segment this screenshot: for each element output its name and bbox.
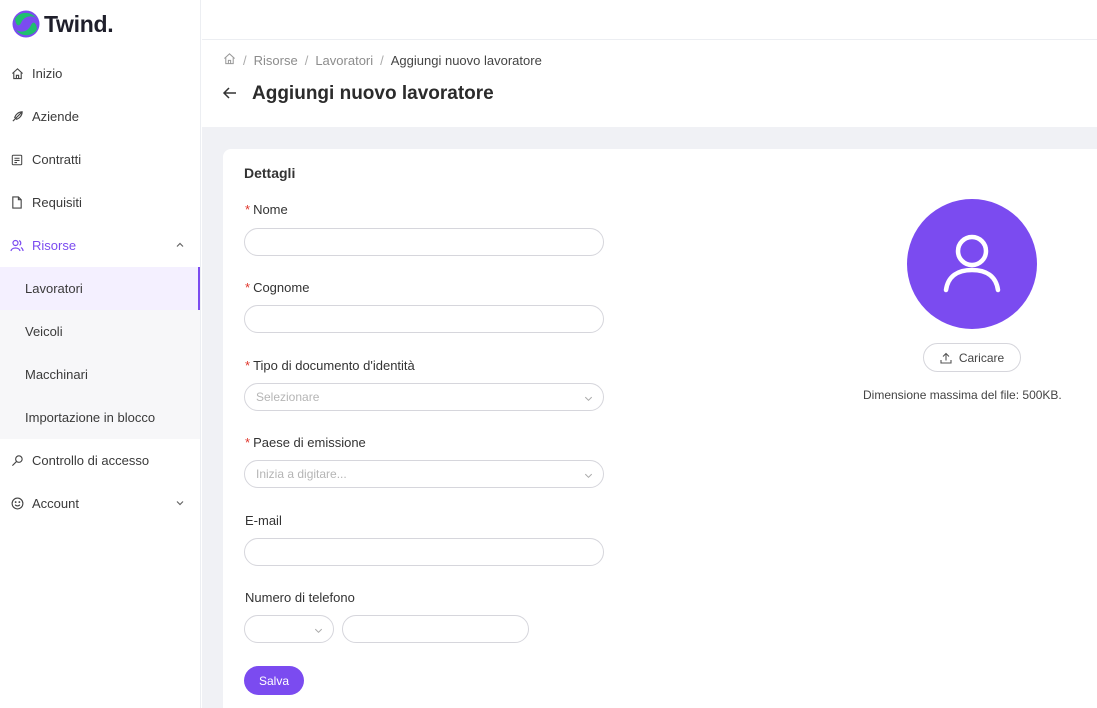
sidebar-item-label: Requisiti xyxy=(32,195,82,210)
title-row: Aggiungi nuovo lavoratore xyxy=(222,83,494,105)
sidebar-item-label: Aziende xyxy=(32,109,79,124)
cognome-label-text: Cognome xyxy=(253,280,310,295)
sidebar-item-controllo-accesso[interactable]: Controllo di accesso xyxy=(0,439,200,482)
document-icon xyxy=(10,196,24,210)
sidebar-item-label: Importazione in blocco xyxy=(25,410,156,425)
sidebar-item-requisiti[interactable]: Requisiti xyxy=(0,181,200,224)
tipo-documento-select[interactable]: Selezionare xyxy=(244,383,604,411)
sidebar-item-contratti[interactable]: Contratti xyxy=(0,138,200,181)
brand-name: Twind. xyxy=(44,10,114,37)
breadcrumb-separator: / xyxy=(304,52,309,68)
select-placeholder: Inizia a digitare... xyxy=(256,467,347,481)
sidebar-item-inizio[interactable]: Inizio xyxy=(0,52,200,95)
sidebar-item-veicoli[interactable]: Veicoli xyxy=(0,310,200,353)
nome-label-text: Nome xyxy=(253,202,288,217)
breadcrumb-current: Aggiungi nuovo lavoratore xyxy=(390,52,542,68)
nome-label: * Nome xyxy=(245,202,288,217)
smile-icon xyxy=(10,497,24,511)
sidebar-item-account[interactable]: Account xyxy=(0,482,200,525)
upload-button-label: Caricare xyxy=(958,350,1005,365)
sidebar-item-label: Veicoli xyxy=(25,324,63,339)
cognome-input[interactable] xyxy=(244,305,604,333)
chevron-up-icon xyxy=(174,239,186,251)
select-placeholder: Selezionare xyxy=(256,390,320,404)
sidebar-item-label: Inizio xyxy=(32,66,63,81)
sidebar: Twind. Inizio Aziende Contratti Requisit… xyxy=(0,0,201,708)
key-icon xyxy=(10,454,24,468)
user-icon xyxy=(942,232,1002,297)
rocket-icon xyxy=(10,110,24,124)
back-arrow-icon[interactable] xyxy=(222,86,238,103)
page-header: / Risorse / Lavoratori / Aggiungi nuovo … xyxy=(202,40,1097,127)
twind-logo-icon xyxy=(10,9,41,39)
tipo-documento-label-text: Tipo di documento d'identità xyxy=(253,358,415,373)
avatar xyxy=(907,199,1037,329)
nome-input[interactable] xyxy=(244,228,604,256)
breadcrumb-link-lavoratori[interactable]: Lavoratori xyxy=(315,53,373,68)
sidebar-item-label: Risorse xyxy=(32,238,77,253)
email-input[interactable] xyxy=(244,538,604,566)
telefono-label: Numero di telefono xyxy=(245,590,355,605)
sidebar-item-risorse[interactable]: Risorse xyxy=(0,224,200,267)
details-card: Dettagli * Nome * Cognome * Tipo di documen… xyxy=(223,149,1097,708)
sidebar-item-label: Controllo di accesso xyxy=(32,453,150,468)
chevron-down-icon xyxy=(174,497,186,509)
required-marker: * xyxy=(245,358,251,373)
page-title: Aggiungi nuovo lavoratore xyxy=(252,83,494,104)
phone-number-input[interactable] xyxy=(342,615,529,643)
main-nav: Inizio Aziende Contratti Requisiti Risor… xyxy=(0,52,200,525)
cognome-label: * Cognome xyxy=(245,280,309,295)
sidebar-item-importazione[interactable]: Importazione in blocco xyxy=(0,396,200,439)
paese-select[interactable]: Inizia a digitare... xyxy=(244,460,604,488)
home-icon xyxy=(10,67,24,81)
people-icon xyxy=(10,239,24,253)
contract-icon xyxy=(10,153,24,167)
sidebar-item-macchinari[interactable]: Macchinari xyxy=(0,353,200,396)
breadcrumb-separator: / xyxy=(380,52,384,68)
sidebar-item-label: Lavoratori xyxy=(25,281,83,296)
required-marker: * xyxy=(245,202,251,217)
home-icon[interactable] xyxy=(223,52,236,68)
top-bar xyxy=(202,0,1097,40)
logo[interactable]: Twind. xyxy=(10,8,114,40)
breadcrumb-link-risorse[interactable]: Risorse xyxy=(254,53,298,68)
sidebar-item-label: Contratti xyxy=(32,152,82,167)
chevron-down-icon xyxy=(583,469,594,480)
required-marker: * xyxy=(245,280,251,295)
breadcrumb-separator: / xyxy=(243,52,247,68)
save-button[interactable]: Salva xyxy=(244,666,304,695)
email-label: E-mail xyxy=(245,513,282,528)
submenu-risorse: Lavoratori Veicoli Macchinari Importazio… xyxy=(0,267,200,439)
phone-prefix-select[interactable] xyxy=(244,615,334,643)
paese-label-text: Paese di emissione xyxy=(253,435,366,450)
sidebar-item-label: Macchinari xyxy=(25,367,88,382)
sidebar-item-label: Account xyxy=(32,496,79,511)
section-title: Dettagli xyxy=(244,165,296,181)
sidebar-item-lavoratori[interactable]: Lavoratori xyxy=(0,267,200,310)
breadcrumb: / Risorse / Lavoratori / Aggiungi nuovo … xyxy=(223,52,542,68)
upload-button[interactable]: Caricare xyxy=(923,343,1021,372)
file-size-note: Dimensione massima del file: 500KB. xyxy=(863,388,1062,402)
chevron-down-icon xyxy=(313,624,324,635)
paese-label: * Paese di emissione xyxy=(245,435,366,450)
required-marker: * xyxy=(245,435,251,450)
sidebar-item-aziende[interactable]: Aziende xyxy=(0,95,200,138)
chevron-down-icon xyxy=(583,392,594,403)
tipo-documento-label: * Tipo di documento d'identità xyxy=(245,358,415,373)
upload-icon xyxy=(940,352,952,364)
